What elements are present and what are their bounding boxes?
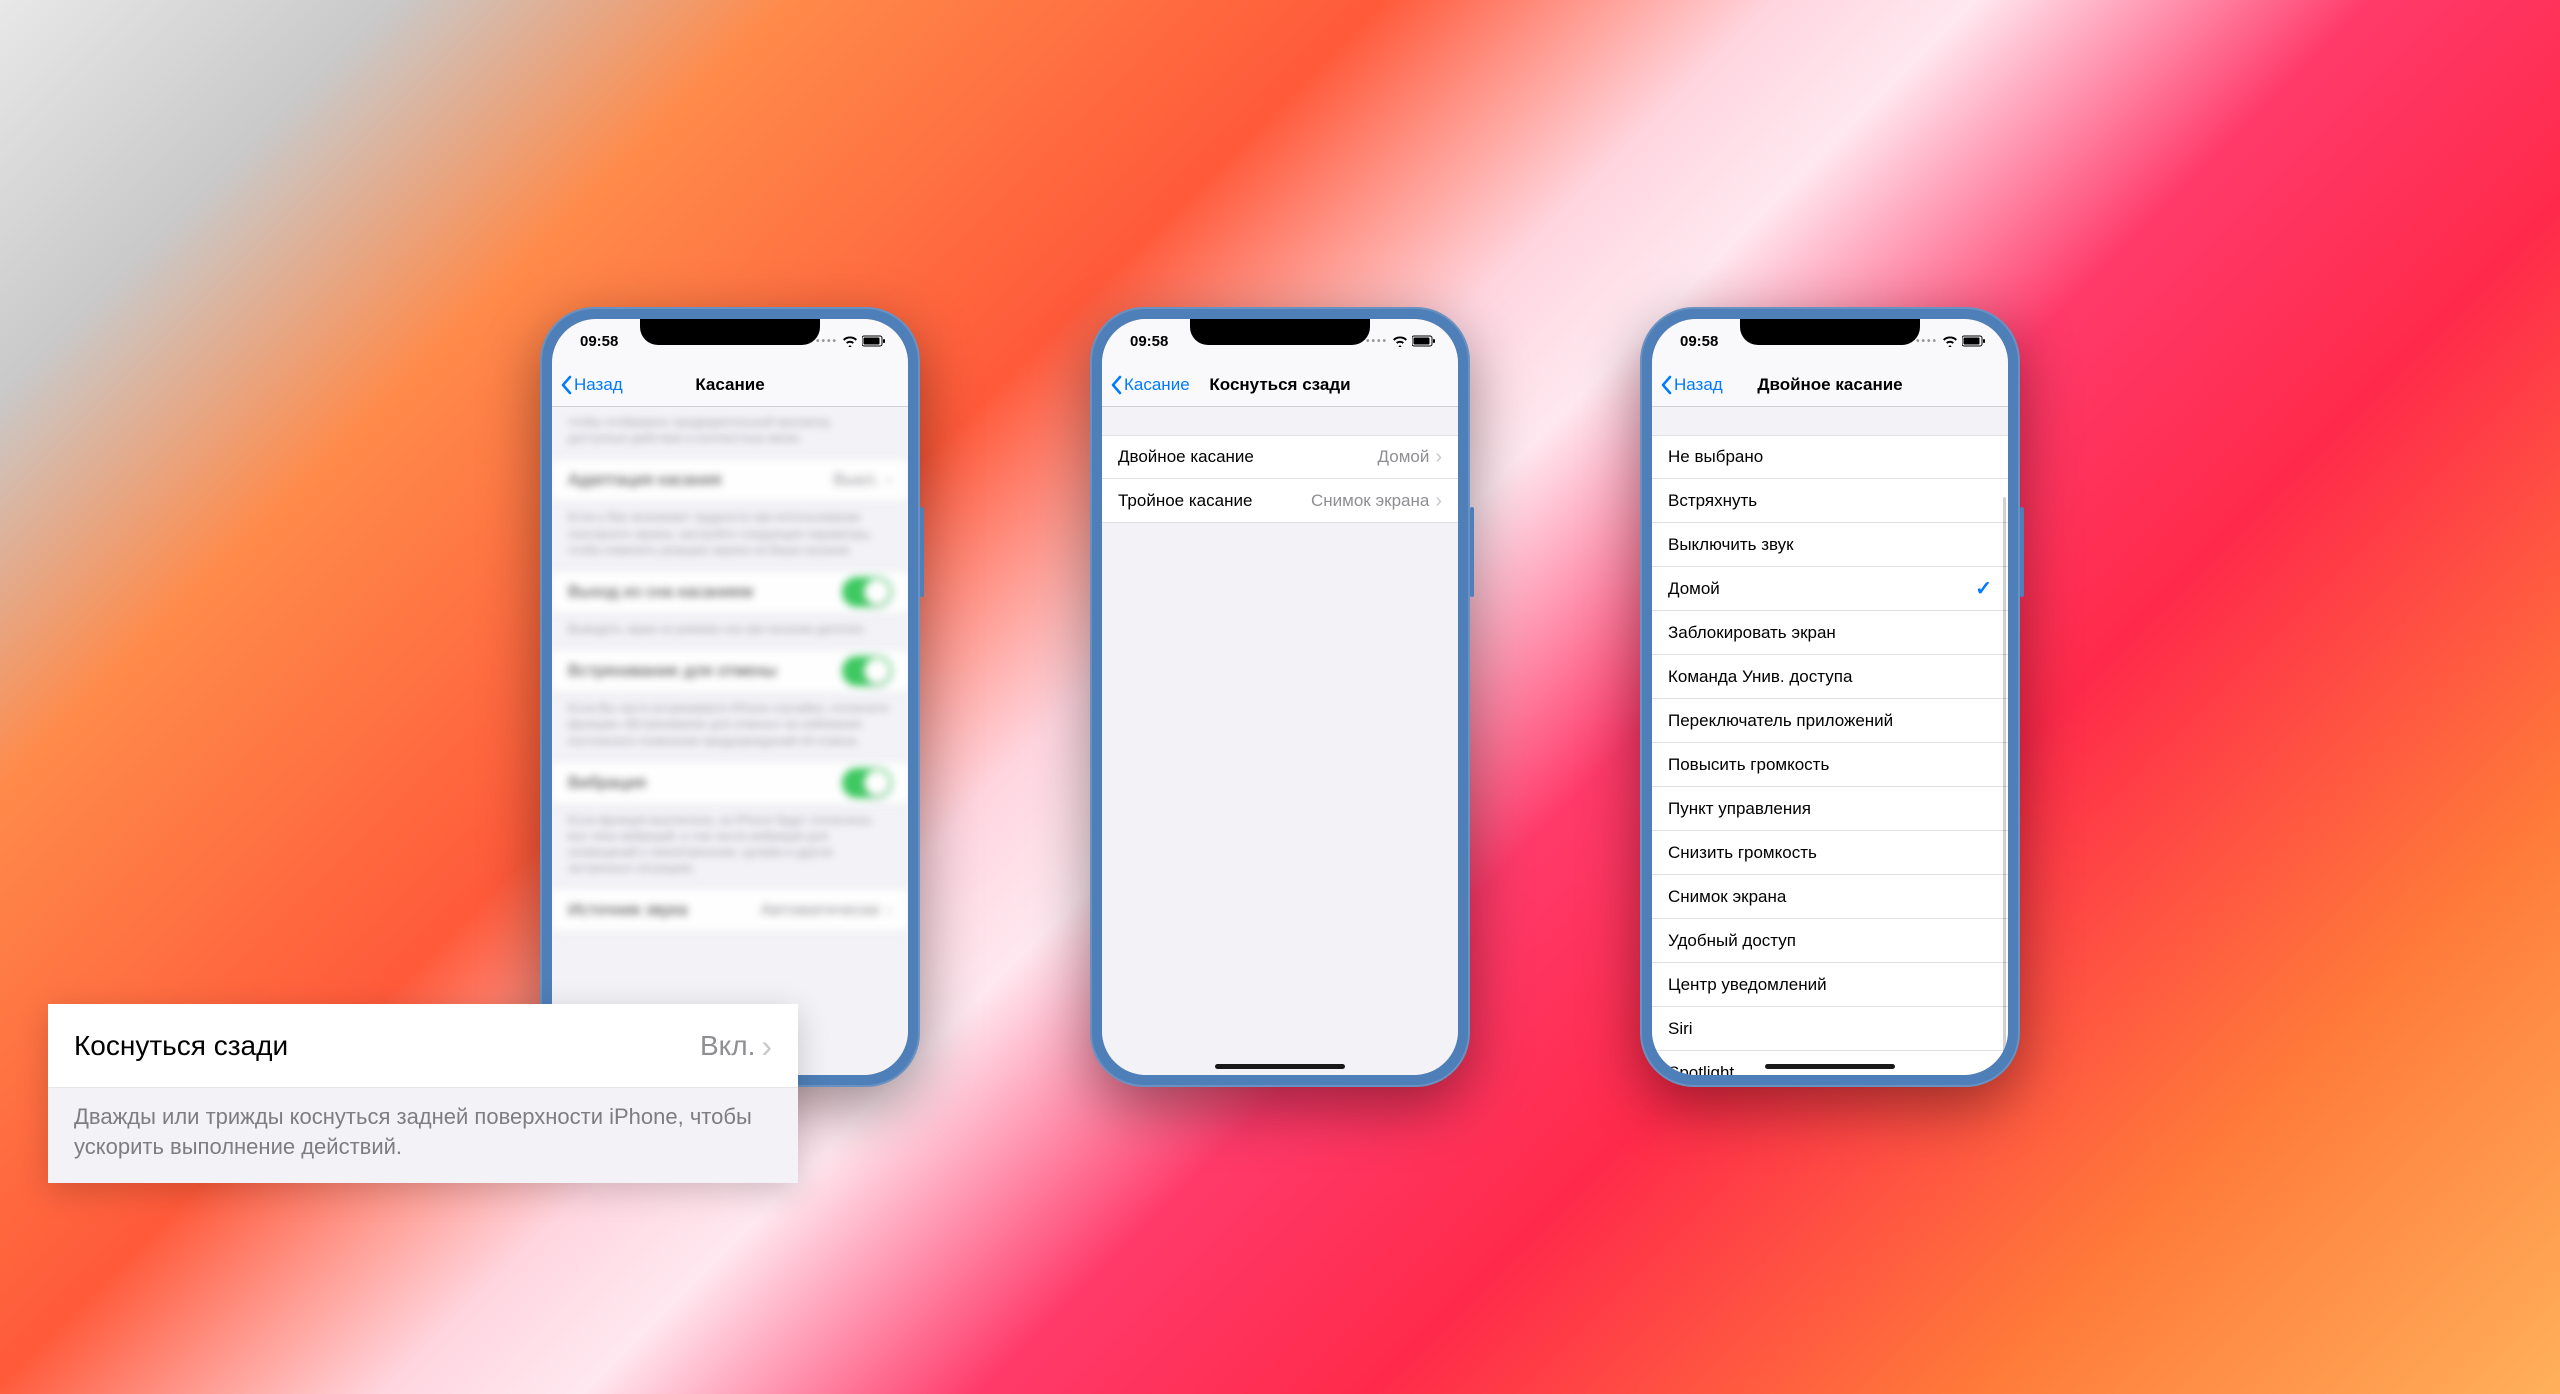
option-label: Spotlight [1668,1063,1734,1076]
scrollbar[interactable] [2003,497,2006,1075]
callout-back-tap: Коснуться сзади Вкл. › Дважды или трижды… [48,1004,798,1183]
chevron-right-icon: › [761,1030,772,1062]
nav-bar: Касание Коснуться сзади [1102,363,1458,407]
chevron-right-icon: › [885,470,892,490]
row-vibe[interactable]: Вибрация [552,761,908,805]
option-row[interactable]: Пункт управления [1652,787,2008,831]
option-row[interactable]: Снимок экрана [1652,875,2008,919]
nav-bar: Назад Касание [552,363,908,407]
content-area[interactable]: Не выбрано Встряхнуть Выключить звук Домой ✓… [1652,407,2008,1075]
option-label: Пункт управления [1668,799,1811,819]
row-sound[interactable]: Источник звука Автоматически › [552,888,908,932]
option-label: Снизить громкость [1668,843,1817,863]
chevron-left-icon [1660,375,1672,395]
content-area[interactable]: Двойное касаниеДомой›Тройное касаниеСним… [1102,407,1458,1075]
blurred-settings: чтобы отображать предварительный просмот… [552,407,908,952]
back-label: Касание [1124,375,1190,395]
wifi-icon [1392,335,1408,347]
battery-icon [862,335,886,347]
chevron-right-icon: › [1435,491,1442,511]
status-time: 09:58 [1680,333,1718,350]
home-indicator[interactable] [1765,1064,1895,1069]
row-value: Вкл. [700,1030,755,1062]
chevron-right-icon: › [1435,447,1442,467]
battery-icon [1412,335,1436,347]
phone-3: 09:58 •••• Назад Двойное касание [1640,307,2020,1087]
option-row[interactable]: Встряхнуть [1652,479,2008,523]
status-time: 09:58 [580,333,618,350]
row-adapt[interactable]: Адаптация касания Выкл. › [552,458,908,502]
battery-icon [1962,335,1986,347]
option-row[interactable]: Переключатель приложений [1652,699,2008,743]
side-button [2020,507,2024,597]
chevron-right-icon: › [885,900,892,920]
side-button [1470,507,1474,597]
cellular-dots-icon: •••• [816,336,838,347]
home-indicator[interactable] [1215,1064,1345,1069]
option-row[interactable]: Повысить громкость [1652,743,2008,787]
cellular-dots-icon: •••• [1366,336,1388,347]
option-row[interactable]: Команда Унив. доступа [1652,655,2008,699]
toggle-on[interactable] [842,768,892,798]
option-label: Переключатель приложений [1668,711,1893,731]
option-row[interactable]: Домой ✓ [1652,567,2008,611]
toggle-on[interactable] [842,656,892,686]
option-label: Команда Унив. доступа [1668,667,1852,687]
notch [640,319,820,345]
back-button[interactable]: Касание [1110,375,1190,395]
row-shake[interactable]: Встряхивание для отмены [552,649,908,693]
row-value: Домой [1378,447,1430,467]
row-label: Тройное касание [1118,491,1252,511]
row-label: Коснуться сзади [74,1030,288,1062]
back-label: Назад [574,375,623,395]
side-button [920,507,924,597]
option-label: Не выбрано [1668,447,1763,467]
option-label: Заблокировать экран [1668,623,1836,643]
option-label: Домой [1668,579,1720,599]
option-label: Центр уведомлений [1668,975,1827,995]
chevron-left-icon [1110,375,1122,395]
back-button[interactable]: Назад [560,375,623,395]
back-label: Назад [1674,375,1723,395]
option-label: Встряхнуть [1668,491,1757,511]
content-area[interactable]: чтобы отображать предварительный просмот… [552,407,908,1075]
option-row[interactable]: Снизить громкость [1652,831,2008,875]
toggle-on[interactable] [842,577,892,607]
notch [1190,319,1370,345]
cellular-dots-icon: •••• [1916,336,1938,347]
option-row[interactable]: Не выбрано [1652,435,2008,479]
callout-note: Дважды или трижды коснуться задней повер… [48,1088,798,1183]
option-row[interactable]: Выключить звук [1652,523,2008,567]
nav-bar: Назад Двойное касание [1652,363,2008,407]
option-row[interactable]: Удобный доступ [1652,919,2008,963]
option-row[interactable]: Siri [1652,1007,2008,1051]
status-time: 09:58 [1130,333,1168,350]
checkmark-icon: ✓ [1975,576,1992,601]
option-label: Повысить громкость [1668,755,1829,775]
notch [1740,319,1920,345]
option-label: Снимок экрана [1668,887,1786,907]
wifi-icon [1942,335,1958,347]
chevron-left-icon [560,375,572,395]
row-back-tap[interactable]: Коснуться сзади Вкл. › [48,1004,798,1088]
row-tap-option[interactable]: Тройное касание Снимок экрана › [1102,479,1458,523]
row-label: Двойное касание [1118,447,1254,467]
phone-1: 09:58 •••• Назад Касание [540,307,920,1087]
wifi-icon [842,335,858,347]
option-row[interactable]: Заблокировать экран [1652,611,2008,655]
row-tap-option[interactable]: Двойное касание Домой› [1102,435,1458,479]
row-value: Снимок экрана [1311,491,1429,511]
option-label: Siri [1668,1019,1693,1039]
option-row[interactable]: Центр уведомлений [1652,963,2008,1007]
option-label: Удобный доступ [1668,931,1796,951]
back-button[interactable]: Назад [1660,375,1723,395]
option-row[interactable]: Spotlight [1652,1051,2008,1075]
row-wake[interactable]: Выход из сна касанием [552,570,908,614]
phone-2: 09:58 •••• Касание Коснуться сзади [1090,307,1470,1087]
option-label: Выключить звук [1668,535,1794,555]
